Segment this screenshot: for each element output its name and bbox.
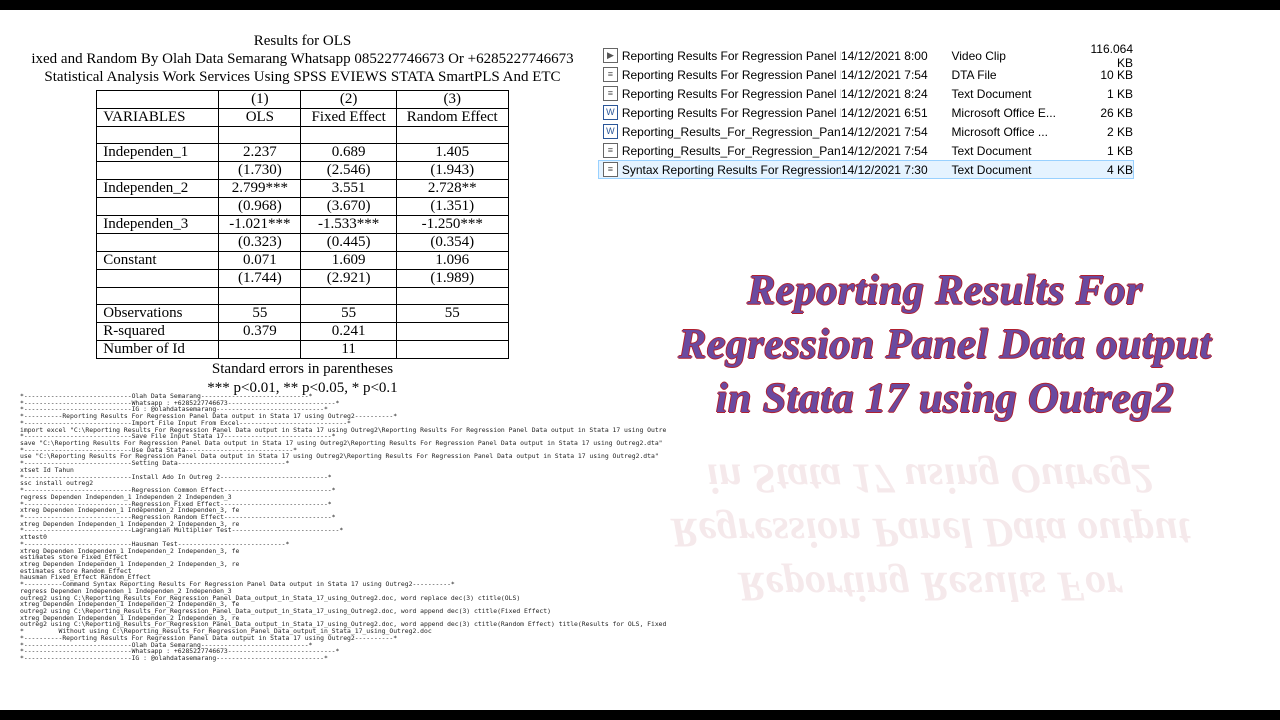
file-row[interactable]: ≡ Reporting_Results_For_Regression_Panel_…: [598, 141, 1134, 160]
file-icon: ≡: [603, 143, 618, 158]
file-date: 14/12/2021 8:00: [841, 49, 952, 63]
file-date: 14/12/2021 6:51: [841, 106, 952, 120]
file-date: 14/12/2021 7:54: [841, 144, 952, 158]
doc-subtitle-2: Statistical Analysis Work Services Using…: [20, 68, 585, 86]
file-type: Text Document: [951, 144, 1071, 158]
file-size: 26 KB: [1072, 106, 1133, 120]
file-size: 1 KB: [1072, 144, 1133, 158]
table-note-1: Standard errors in parentheses: [20, 361, 585, 378]
file-row[interactable]: ≡ Reporting Results For Regression Panel …: [598, 84, 1134, 103]
overlay-title: Reporting Results For Regression Panel D…: [640, 265, 1250, 426]
file-icon: W: [603, 105, 618, 120]
file-name: Reporting Results For Regression Panel D…: [622, 68, 841, 82]
file-name: Reporting Results For Regression Panel D…: [622, 87, 841, 101]
document-panel: Results for OLS ixed and Random By Olah …: [20, 32, 585, 397]
file-size: 116.064 KB: [1072, 42, 1133, 70]
file-name: Reporting_Results_For_Regression_Panel_.…: [622, 125, 841, 139]
file-icon: ≡: [603, 86, 618, 101]
overlay-title-l3: in Stata 17 using Outreg2: [640, 373, 1250, 427]
file-size: 1 KB: [1072, 87, 1133, 101]
file-icon: ▶: [603, 48, 618, 63]
file-size: 4 KB: [1072, 163, 1133, 177]
file-name: Reporting Results For Regression Panel D…: [622, 106, 841, 120]
file-type: Text Document: [951, 87, 1071, 101]
file-type: DTA File: [951, 68, 1071, 82]
doc-title: Results for OLS: [20, 32, 585, 50]
overlay-title-l2: Regression Panel Data output: [640, 319, 1250, 373]
doc-subtitle-1: ixed and Random By Olah Data Semarang Wh…: [20, 50, 585, 68]
file-type: Video Clip: [951, 49, 1071, 63]
doc-header: Results for OLS ixed and Random By Olah …: [20, 32, 585, 86]
file-icon: ≡: [603, 67, 618, 82]
file-icon: ≡: [603, 162, 618, 177]
overlay-title-reflection: Reporting Results For Regression Panel D…: [600, 450, 1260, 611]
file-icon: W: [603, 124, 618, 139]
file-row[interactable]: ≡ Reporting Results For Regression Panel …: [598, 65, 1134, 84]
file-row[interactable]: W Reporting Results For Regression Panel …: [598, 103, 1134, 122]
file-date: 14/12/2021 7:54: [841, 125, 952, 139]
file-row[interactable]: ≡ Syntax Reporting Results For Regression…: [598, 160, 1134, 179]
file-row[interactable]: W Reporting_Results_For_Regression_Panel_…: [598, 122, 1134, 141]
file-type: Text Document: [951, 163, 1071, 177]
file-type: Microsoft Office E...: [951, 106, 1071, 120]
file-date: 14/12/2021 8:24: [841, 87, 952, 101]
file-name: Syntax Reporting Results For Regression …: [622, 163, 841, 177]
file-name: Reporting Results For Regression Panel D…: [622, 49, 841, 63]
stata-code-block: *----------------------------Olah Data S…: [20, 393, 580, 662]
file-name: Reporting_Results_For_Regression_Panel_.…: [622, 144, 841, 158]
file-row[interactable]: ▶ Reporting Results For Regression Panel …: [598, 46, 1134, 65]
file-type: Microsoft Office ...: [951, 125, 1071, 139]
overlay-title-l1: Reporting Results For: [640, 265, 1250, 319]
file-size: 2 KB: [1072, 125, 1133, 139]
file-list: ▶ Reporting Results For Regression Panel …: [598, 46, 1134, 179]
regression-table: (1)(2)(3) VARIABLESOLSFixed EffectRandom…: [96, 90, 508, 359]
file-date: 14/12/2021 7:54: [841, 68, 952, 82]
file-size: 10 KB: [1072, 68, 1133, 82]
file-date: 14/12/2021 7:30: [841, 163, 952, 177]
